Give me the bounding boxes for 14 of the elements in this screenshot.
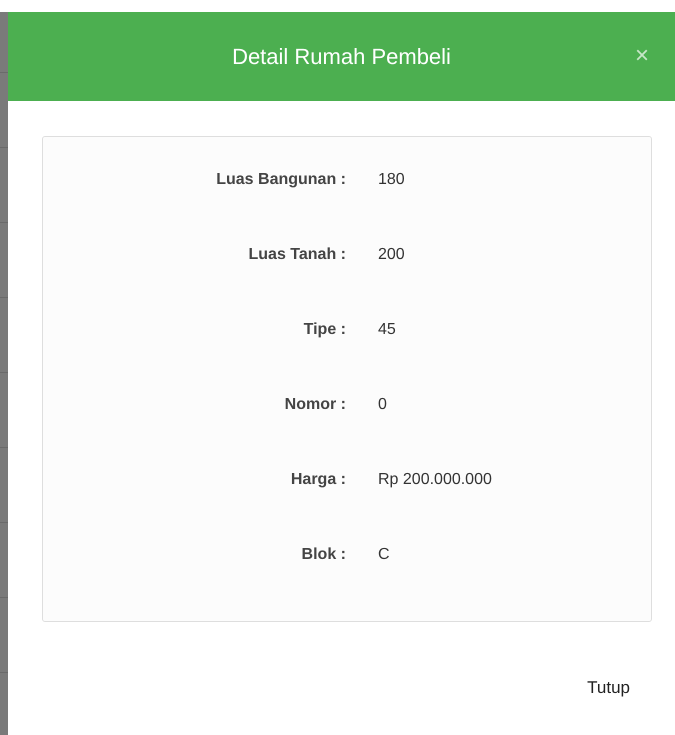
- detail-label: Tipe :: [302, 321, 346, 339]
- detail-label: Harga :: [290, 471, 346, 489]
- detail-label: Luas Bangunan :: [215, 171, 346, 189]
- detail-value: 45: [378, 321, 396, 339]
- detail-value: 180: [378, 171, 405, 189]
- detail-label: Blok :: [300, 546, 346, 564]
- detail-value: 0: [378, 396, 387, 414]
- close-text-button[interactable]: Tutup: [583, 674, 634, 702]
- detail-label: Nomor :: [284, 396, 346, 414]
- modal-title: Detail Rumah Pembeli: [232, 44, 451, 70]
- detail-label: Luas Tanah :: [248, 246, 346, 264]
- detail-value: 200: [378, 246, 405, 264]
- detail-value: Rp 200.000.000: [378, 471, 492, 489]
- detail-value: C: [378, 546, 390, 564]
